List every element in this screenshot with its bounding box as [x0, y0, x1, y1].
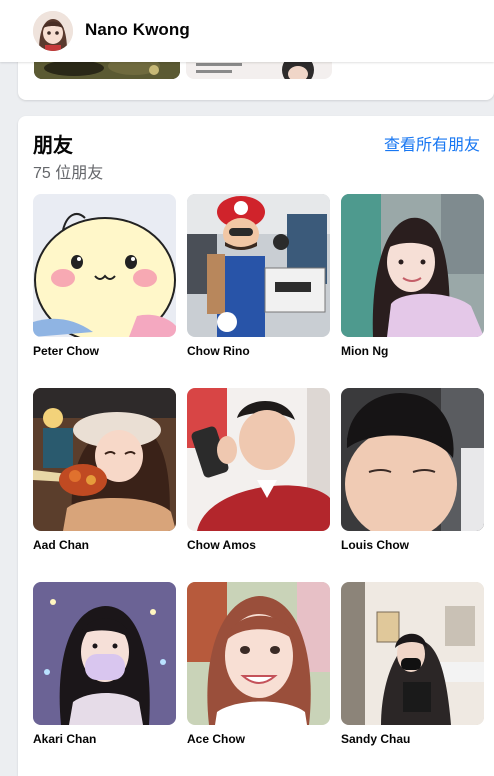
- friend-photo[interactable]: [341, 388, 484, 531]
- friend-tile[interactable]: Chow Rino: [187, 194, 330, 369]
- friends-section-title[interactable]: 朋友: [33, 129, 73, 158]
- friend-name[interactable]: Peter Chow: [33, 344, 99, 358]
- profile-header-bar: Nano Kwong: [0, 0, 494, 62]
- friend-name[interactable]: Mion Ng: [341, 344, 388, 358]
- friend-name[interactable]: Ace Chow: [187, 732, 245, 746]
- friend-tile[interactable]: Akari Chan: [33, 582, 176, 757]
- friend-photo[interactable]: [187, 388, 330, 531]
- friend-photo[interactable]: [33, 388, 176, 531]
- friends-card: 朋友 75 位朋友 查看所有朋友 Peter Chow Chow Rino Mi…: [18, 116, 494, 776]
- friend-tile[interactable]: Ace Chow: [187, 582, 330, 757]
- profile-name[interactable]: Nano Kwong: [85, 20, 190, 40]
- profile-avatar[interactable]: [33, 11, 73, 51]
- friend-tile[interactable]: Aad Chan: [33, 388, 176, 563]
- friend-name[interactable]: Chow Rino: [187, 344, 250, 358]
- friend-photo[interactable]: [187, 582, 330, 725]
- friend-tile[interactable]: Peter Chow: [33, 194, 176, 369]
- friend-photo[interactable]: [33, 194, 176, 337]
- friend-tile[interactable]: Mion Ng: [341, 194, 484, 369]
- friend-photo[interactable]: [341, 194, 484, 337]
- friend-name[interactable]: Aad Chan: [33, 538, 89, 552]
- friend-name[interactable]: Sandy Chau: [341, 732, 410, 746]
- friends-count: 75 位朋友: [33, 165, 104, 182]
- friend-photo[interactable]: [33, 582, 176, 725]
- friend-tile[interactable]: Chow Amos: [187, 388, 330, 563]
- friend-name[interactable]: Louis Chow: [341, 538, 409, 552]
- friend-photo[interactable]: [187, 194, 330, 337]
- friend-name[interactable]: Chow Amos: [187, 538, 256, 552]
- friend-name[interactable]: Akari Chan: [33, 732, 96, 746]
- friend-photo[interactable]: [341, 582, 484, 725]
- friend-tile[interactable]: Louis Chow: [341, 388, 484, 563]
- see-all-friends-link[interactable]: 查看所有朋友: [384, 131, 480, 155]
- friend-tile[interactable]: Sandy Chau: [341, 582, 484, 757]
